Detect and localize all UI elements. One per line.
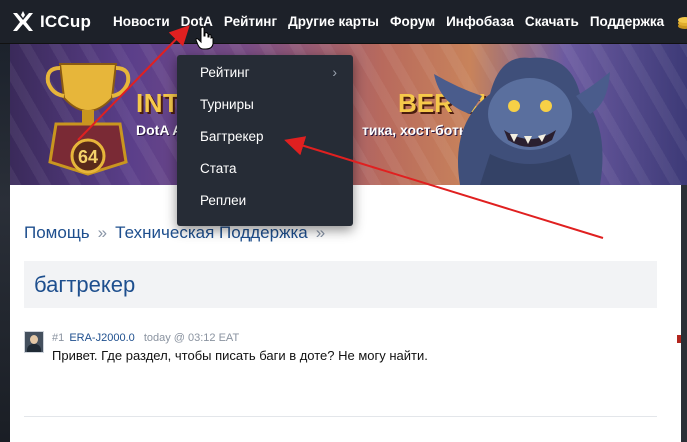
top-navbar: ICCup Новости DotA Рейтинг Другие карты …: [0, 0, 687, 44]
dropdown-item-tournaments[interactable]: Турниры: [200, 97, 254, 112]
dropdown-item-bugtracker[interactable]: Багтрекер: [200, 129, 264, 144]
post-body: Привет. Где раздел, чтобы писать баги в …: [52, 348, 428, 363]
trophy-number: 64: [78, 147, 98, 167]
breadcrumb-help[interactable]: Помощь: [24, 223, 90, 242]
dropdown-item-rating[interactable]: Рейтинг: [200, 65, 250, 80]
nav-item-infobase[interactable]: Инфобаза: [446, 14, 514, 29]
banner-title-left: INT: [136, 88, 180, 118]
nav-item-forum[interactable]: Форум: [390, 14, 435, 29]
chevron-right-icon: ›: [332, 64, 337, 80]
nav-item-other-maps[interactable]: Другие карты: [288, 14, 379, 29]
page-title: багтрекер: [34, 272, 136, 297]
banner-subtitle-left: DotA A: [136, 122, 183, 138]
trophy-icon: 64: [45, 63, 131, 176]
site-logo[interactable]: ICCup: [10, 9, 91, 35]
breadcrumb: Помощь» Техническая Поддержка»: [24, 223, 333, 243]
iccup-logo-icon: [13, 10, 33, 31]
breadcrumb-separator: »: [97, 223, 108, 242]
post-author-link[interactable]: ERA-J2000.0: [69, 332, 134, 344]
nav-item-support[interactable]: Поддержка: [590, 14, 664, 29]
nav-item-download[interactable]: Скачать: [525, 14, 579, 29]
logo-text: ICCup: [40, 11, 92, 31]
coins-icon[interactable]: [677, 14, 687, 30]
post-divider: [24, 416, 657, 417]
post-timestamp: today @ 03:12 EAT: [143, 332, 240, 344]
side-marker: [677, 335, 681, 343]
monster-character-icon: [434, 57, 610, 185]
post-number[interactable]: #1: [52, 332, 64, 344]
avatar[interactable]: [24, 331, 44, 353]
nav-item-news[interactable]: Новости: [113, 14, 170, 29]
post-meta: #1 ERA-J2000.0 today @ 03:12 EAT: [52, 332, 239, 344]
page-title-box: багтрекер: [24, 261, 657, 308]
dota-dropdown-menu: Рейтинг › Турниры Багтрекер Стата Реплеи: [177, 55, 353, 226]
dropdown-item-stats[interactable]: Стата: [200, 161, 237, 176]
left-background-strip: [0, 44, 10, 442]
dropdown-item-replays[interactable]: Реплеи: [200, 193, 246, 208]
hand-cursor-icon: [195, 26, 214, 50]
nav-item-rating[interactable]: Рейтинг: [224, 14, 277, 29]
